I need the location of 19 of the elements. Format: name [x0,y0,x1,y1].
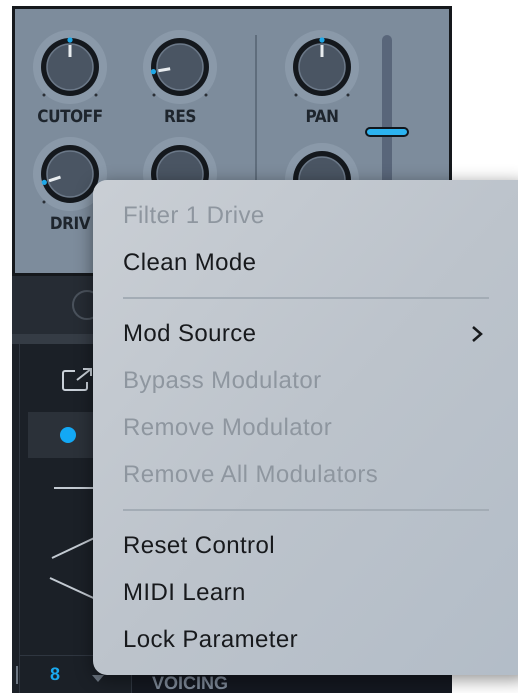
chevron-right-icon [471,324,483,342]
voice-count[interactable]: 8 [50,661,60,688]
knob-label: DRIV [50,216,90,233]
knob-label: PAN [305,109,338,126]
menu-item[interactable]: Reset Control [93,522,489,569]
dropdown-arrow-icon[interactable] [92,674,104,682]
knob-label: RES [164,109,196,126]
knob[interactable] [30,134,110,214]
fader-handle[interactable] [365,127,409,137]
knob-label: CUTOFF [37,109,103,126]
knob[interactable] [30,27,110,107]
menu-item[interactable]: Lock Parameter [93,616,489,663]
menu-item[interactable]: MIDI Learn [93,569,489,616]
knob[interactable] [140,27,220,107]
menu-item[interactable]: Clean Mode [93,239,489,286]
knob[interactable] [282,27,362,107]
menu-item[interactable]: Mod Source [93,310,489,357]
external-link-icon[interactable] [60,366,94,392]
section-title: VOICING [152,673,228,693]
